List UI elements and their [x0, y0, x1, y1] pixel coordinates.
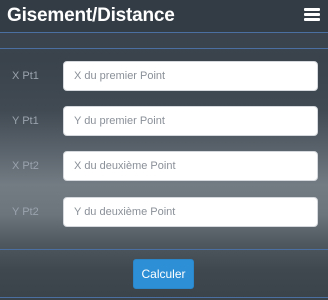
- page-title: Gisement/Distance: [7, 5, 175, 26]
- field-label-x-pt1: X Pt1: [12, 70, 39, 82]
- field-row-y-pt1: Y Pt1: [0, 106, 328, 136]
- field-row-x-pt2: X Pt2: [0, 151, 328, 181]
- field-label-y-pt1: Y Pt1: [12, 115, 39, 127]
- hamburger-menu-icon[interactable]: [304, 8, 320, 22]
- field-label-x-pt2: X Pt2: [12, 160, 39, 172]
- calculate-button[interactable]: Calculer: [133, 259, 194, 289]
- field-label-y-pt2: Y Pt2: [12, 206, 39, 218]
- field-row-x-pt1: X Pt1: [0, 61, 328, 91]
- footer-divider: [0, 297, 328, 298]
- menu-bar: [304, 8, 320, 11]
- menu-bar: [304, 13, 320, 16]
- menu-bar: [304, 18, 320, 21]
- x-pt2-input[interactable]: [63, 151, 318, 181]
- y-pt2-input[interactable]: [63, 197, 318, 227]
- y-pt1-input[interactable]: [63, 106, 318, 136]
- app-window: Gisement/Distance X Pt1 Y Pt1 X Pt2 Y Pt…: [0, 0, 328, 300]
- bottom-divider: [0, 249, 328, 250]
- x-pt1-input[interactable]: [63, 61, 318, 91]
- top-divider: [0, 48, 328, 49]
- app-header: Gisement/Distance: [0, 0, 328, 33]
- field-row-y-pt2: Y Pt2: [0, 197, 328, 227]
